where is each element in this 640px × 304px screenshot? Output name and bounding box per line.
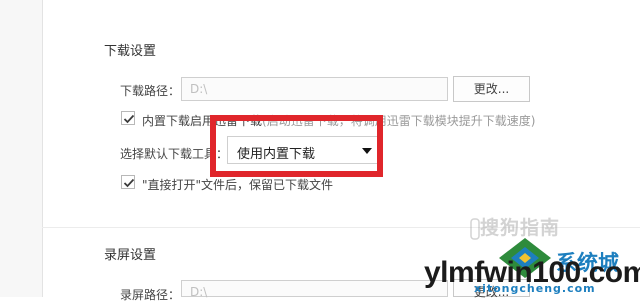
builtin-download-hint: (启动迅雷下载，将调用迅雷下载模块提升下载速度): [262, 114, 536, 128]
site-pinyin-watermark: xitongcheng.com: [474, 282, 596, 295]
default-tool-select[interactable]: 使用内置下载: [227, 136, 382, 164]
checkmark-icon: [123, 114, 135, 124]
builtin-download-checkbox[interactable]: [121, 111, 135, 125]
keep-downloaded-file-checkbox[interactable]: [121, 175, 135, 189]
keep-downloaded-file-label: "直接打开"文件后，保留已下载文件: [142, 178, 334, 192]
camera-watermark-icon: [470, 218, 480, 240]
default-tool-select-value: 使用内置下载: [237, 147, 316, 162]
record-path-field[interactable]: D:\: [181, 280, 448, 299]
builtin-download-label: 内置下载启用迅雷下载(启动迅雷下载，将调用迅雷下载模块提升下载速度): [142, 112, 535, 129]
download-path-label: 下载路径：: [120, 84, 181, 98]
download-settings-title: 下载设置: [104, 44, 157, 59]
default-tool-label: 选择默认下载工具：: [120, 147, 229, 161]
sidebar: [0, 0, 43, 297]
record-settings-title: 录屏设置: [104, 248, 157, 263]
download-path-field[interactable]: D:\: [181, 77, 448, 101]
download-path-change-button[interactable]: 更改...: [453, 76, 530, 102]
checkmark-icon: [123, 178, 135, 188]
builtin-download-label-text: 内置下载启用迅雷下载: [142, 114, 263, 128]
record-path-label: 录屏路径：: [120, 288, 181, 302]
dropdown-arrow-icon: [362, 148, 372, 154]
